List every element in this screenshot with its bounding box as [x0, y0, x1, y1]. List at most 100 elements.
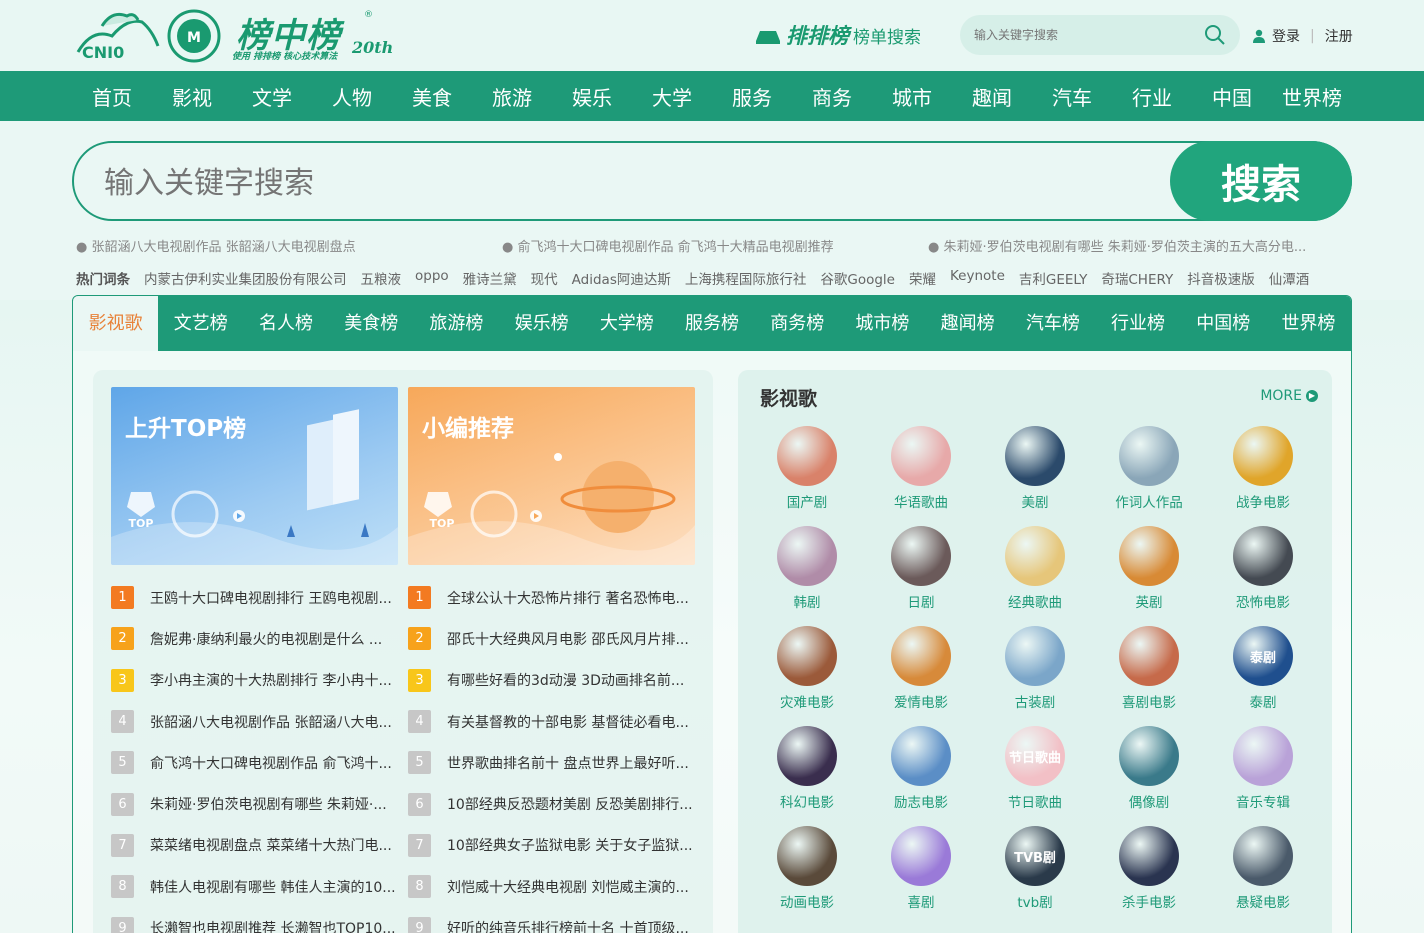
tab-celebrity[interactable]: 名人榜 [243, 296, 328, 351]
header-search-input[interactable] [974, 25, 1194, 45]
nav-item-university[interactable]: 大学 [632, 82, 712, 111]
category-label[interactable]: 喜剧 [908, 891, 935, 911]
list-item[interactable]: 2 詹妮弗·康纳利最火的电视剧是什么 ... [111, 618, 398, 659]
tab-food[interactable]: 美食榜 [329, 296, 414, 351]
category-item[interactable]: 偶像剧 [1092, 726, 1206, 811]
category-item[interactable]: 灾难电影 [750, 626, 864, 711]
nav-item-world[interactable]: 世界榜 [1272, 82, 1352, 111]
category-label[interactable]: 国产剧 [787, 491, 828, 511]
category-label[interactable]: 恐怖电影 [1236, 591, 1290, 611]
tab-auto[interactable]: 汽车榜 [1010, 296, 1095, 351]
nav-item-film[interactable]: 影视 [152, 82, 232, 111]
rank-title[interactable]: 10部经典反恐题材美剧 反恐美剧排行... [447, 794, 695, 814]
rank-title[interactable]: 10部经典女子监狱电影 关于女子监狱... [447, 835, 695, 855]
hot-word[interactable]: 抖音极速版 [1187, 268, 1255, 288]
nav-item-china[interactable]: 中国 [1192, 82, 1272, 111]
list-item[interactable]: 6 10部经典反恐题材美剧 反恐美剧排行... [408, 783, 695, 824]
category-item[interactable]: 音乐专辑 [1206, 726, 1320, 811]
category-item[interactable]: 恐怖电影 [1206, 526, 1320, 611]
hot-link[interactable]: ● 俞飞鸿十大口碑电视剧作品 俞飞鸿十大精品电视剧推荐 [502, 236, 834, 255]
rank-title[interactable]: 朱莉娅·罗伯茨电视剧有哪些 朱莉娅·... [150, 794, 398, 814]
category-label[interactable]: tvb剧 [1017, 891, 1052, 911]
category-label[interactable]: 动画电影 [780, 891, 834, 911]
list-item[interactable]: 1 王鸥十大口碑电视剧排行 王鸥电视剧... [111, 577, 398, 618]
category-label[interactable]: 科幻电影 [780, 791, 834, 811]
nav-item-city[interactable]: 城市 [872, 82, 952, 111]
category-label[interactable]: 偶像剧 [1129, 791, 1170, 811]
category-label[interactable]: 喜剧电影 [1122, 691, 1176, 711]
category-label[interactable]: 泰剧 [1250, 691, 1277, 711]
rank-title[interactable]: 世界歌曲排名前十 盘点世界上最好听... [447, 753, 695, 773]
nav-item-industry[interactable]: 行业 [1112, 82, 1192, 111]
tab-university[interactable]: 大学榜 [584, 296, 669, 351]
list-item[interactable]: 4 有关基督教的十部电影 基督徒必看电... [408, 701, 695, 742]
main-search-input[interactable] [104, 163, 1004, 203]
nav-item-trivia[interactable]: 趣闻 [952, 82, 1032, 111]
hot-word[interactable]: 五粮液 [361, 268, 402, 288]
category-label[interactable]: 美剧 [1022, 491, 1049, 511]
tab-industry[interactable]: 行业榜 [1095, 296, 1180, 351]
category-label[interactable]: 英剧 [1136, 591, 1163, 611]
list-item[interactable]: 8 韩佳人电视剧有哪些 韩佳人主演的10... [111, 866, 398, 907]
hot-word[interactable]: oppo [415, 268, 449, 288]
category-item[interactable]: 英剧 [1092, 526, 1206, 611]
list-item[interactable]: 9 长濑智也电视剧推荐 长濑智也TOP10... [111, 907, 398, 933]
list-item[interactable]: 2 邵氏十大经典风月电影 邵氏风月片排... [408, 618, 695, 659]
category-item[interactable]: TVB剧 tvb剧 [978, 826, 1092, 911]
category-label[interactable]: 悬疑电影 [1236, 891, 1290, 911]
search-icon[interactable] [1204, 24, 1226, 46]
hot-word[interactable]: Adidas阿迪达斯 [572, 268, 671, 288]
tab-arts[interactable]: 文艺榜 [158, 296, 243, 351]
category-item[interactable]: 杀手电影 [1092, 826, 1206, 911]
nav-item-service[interactable]: 服务 [712, 82, 792, 111]
category-item[interactable]: 华语歌曲 [864, 426, 978, 511]
category-item[interactable]: 泰剧 泰剧 [1206, 626, 1320, 711]
category-label[interactable]: 爱情电影 [894, 691, 948, 711]
list-item[interactable]: 1 全球公认十大恐怖片排行 著名恐怖电... [408, 577, 695, 618]
rank-title[interactable]: 李小冉主演的十大热剧排行 李小冉十... [150, 670, 398, 690]
category-item[interactable]: 韩剧 [750, 526, 864, 611]
nav-item-entertainment[interactable]: 娱乐 [552, 82, 632, 111]
rank-title[interactable]: 张韶涵八大电视剧作品 张韶涵八大电... [150, 712, 398, 732]
nav-item-food[interactable]: 美食 [392, 82, 472, 111]
list-item[interactable]: 7 菜菜绪电视剧盘点 菜菜绪十大热门电... [111, 825, 398, 866]
login-link[interactable]: 登录 [1272, 26, 1300, 46]
category-label[interactable]: 战争电影 [1236, 491, 1290, 511]
tab-china[interactable]: 中国榜 [1181, 296, 1266, 351]
hot-word[interactable]: 谷歌Google [820, 268, 895, 288]
hot-word[interactable]: 上海携程国际旅行社 [685, 268, 807, 288]
category-label[interactable]: 经典歌曲 [1008, 591, 1062, 611]
nav-item-home[interactable]: 首页 [72, 82, 152, 111]
register-link[interactable]: 注册 [1325, 26, 1353, 46]
hot-word[interactable]: 内蒙古伊利实业集团股份有限公司 [144, 268, 347, 288]
hot-word[interactable]: 荣耀 [909, 268, 936, 288]
category-label[interactable]: 古装剧 [1015, 691, 1056, 711]
category-item[interactable]: 作词人作品 [1092, 426, 1206, 511]
category-item[interactable]: 日剧 [864, 526, 978, 611]
editor-pick-banner[interactable]: 小编推荐 TOP [408, 387, 695, 565]
category-label[interactable]: 韩剧 [794, 591, 821, 611]
category-item[interactable]: 喜剧电影 [1092, 626, 1206, 711]
nav-item-people[interactable]: 人物 [312, 82, 392, 111]
hot-word[interactable]: 现代 [531, 268, 558, 288]
tab-city[interactable]: 城市榜 [840, 296, 925, 351]
rank-title[interactable]: 菜菜绪电视剧盘点 菜菜绪十大热门电... [150, 835, 398, 855]
category-item[interactable]: 战争电影 [1206, 426, 1320, 511]
paipai-search-label[interactable]: 排排榜 榜单搜索 [754, 20, 921, 50]
hot-word[interactable]: 奇瑞CHERY [1101, 268, 1173, 288]
nav-item-travel[interactable]: 旅游 [472, 82, 552, 111]
more-link[interactable]: MORE ▶ [1260, 388, 1318, 404]
tab-travel[interactable]: 旅游榜 [414, 296, 499, 351]
nav-item-literature[interactable]: 文学 [232, 82, 312, 111]
category-label[interactable]: 灾难电影 [780, 691, 834, 711]
rank-title[interactable]: 邵氏十大经典风月电影 邵氏风月片排... [447, 629, 695, 649]
bangzhongbang-logo[interactable]: M 榜中榜 ® 使用 排排榜 核心技术算法 20th [166, 8, 393, 64]
tab-entertainment[interactable]: 娱乐榜 [499, 296, 584, 351]
rank-title[interactable]: 好听的纯音乐排行榜前十名 十首顶级... [447, 918, 695, 933]
list-item[interactable]: 4 张韶涵八大电视剧作品 张韶涵八大电... [111, 701, 398, 742]
list-item[interactable]: 7 10部经典女子监狱电影 关于女子监狱... [408, 825, 695, 866]
search-button[interactable]: 搜索 [1170, 141, 1352, 221]
rank-title[interactable]: 詹妮弗·康纳利最火的电视剧是什么 ... [150, 629, 398, 649]
rank-title[interactable]: 全球公认十大恐怖片排行 著名恐怖电... [447, 588, 695, 608]
category-label[interactable]: 杀手电影 [1122, 891, 1176, 911]
